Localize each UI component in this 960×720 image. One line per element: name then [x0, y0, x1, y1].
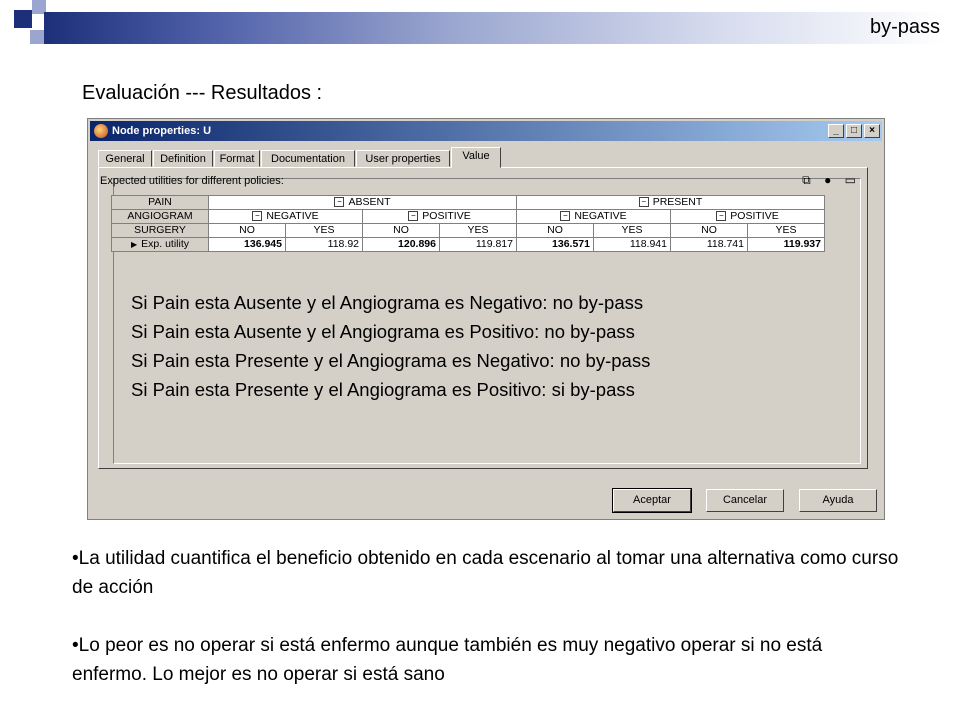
- pain-present[interactable]: − PRESENT: [516, 195, 825, 210]
- tab-definition[interactable]: Definition: [153, 150, 213, 167]
- slide-topword: by-pass: [869, 16, 940, 38]
- angiogram-negative[interactable]: − NEGATIVE: [208, 209, 363, 224]
- copy-icon[interactable]: ⧉: [802, 173, 811, 188]
- utilities-caption: Expected utilities for different policie…: [100, 175, 284, 187]
- policy-line: Si Pain esta Ausente y el Angiograma es …: [131, 292, 644, 313]
- angiogram-positive[interactable]: − POSITIVE: [362, 209, 517, 224]
- tab-value[interactable]: Value: [451, 147, 501, 168]
- cancel-button[interactable]: Cancelar: [706, 489, 784, 512]
- collapse-icon[interactable]: −: [252, 211, 263, 222]
- surgery-value: YES: [593, 223, 671, 238]
- policy-line: Si Pain esta Ausente y el Angiograma es …: [131, 321, 635, 342]
- window-titlebar[interactable]: Node properties: U _ □ ×: [90, 121, 882, 141]
- pain-header: PAIN: [111, 195, 209, 210]
- utility-cell[interactable]: 136.945: [208, 237, 286, 252]
- decor-square-3: [30, 30, 44, 44]
- collapse-icon[interactable]: −: [638, 197, 649, 208]
- surgery-value: NO: [362, 223, 440, 238]
- close-icon[interactable]: ×: [864, 124, 880, 138]
- exp-utility-row-label[interactable]: ▶ Exp. utility: [111, 237, 209, 252]
- surgery-value: NO: [516, 223, 594, 238]
- bullet-item: •Lo peor es no operar si está enfermo au…: [72, 635, 823, 685]
- surgery-value: YES: [439, 223, 517, 238]
- utility-cell[interactable]: 118.92: [285, 237, 363, 252]
- pain-absent[interactable]: − ABSENT: [208, 195, 517, 210]
- maximize-icon[interactable]: □: [846, 124, 862, 138]
- slide-title: Evaluación --- Resultados :: [82, 82, 323, 104]
- dot-icon[interactable]: ●: [824, 173, 831, 187]
- row-pointer-icon: ▶: [130, 240, 138, 249]
- surgery-value: NO: [670, 223, 748, 238]
- window-title: Node properties: U: [112, 125, 212, 137]
- utility-cell[interactable]: 118.741: [670, 237, 748, 252]
- utilities-table: PAIN − ABSENT − PRESENT ANGIOGRAM − NEGATIV…: [111, 195, 825, 252]
- utility-cell[interactable]: 120.896: [362, 237, 440, 252]
- surgery-value: NO: [208, 223, 286, 238]
- bullet-list: •La utilidad cuantifica el beneficio obt…: [72, 544, 902, 718]
- collapse-icon[interactable]: −: [716, 211, 727, 222]
- policy-explanation: Si Pain esta Ausente y el Angiograma es …: [131, 288, 650, 404]
- angiogram-positive[interactable]: − POSITIVE: [670, 209, 825, 224]
- utility-cell[interactable]: 118.941: [593, 237, 671, 252]
- app-icon: [94, 124, 108, 138]
- collapse-icon[interactable]: −: [408, 211, 419, 222]
- minimize-icon[interactable]: _: [828, 124, 844, 138]
- tab-format[interactable]: Format: [214, 150, 260, 167]
- utility-cell[interactable]: 136.571: [516, 237, 594, 252]
- decor-square-1: [14, 10, 32, 28]
- angiogram-header: ANGIOGRAM: [111, 209, 209, 224]
- accept-button[interactable]: Aceptar: [612, 488, 692, 513]
- bar-chart-icon[interactable]: ▭: [845, 173, 856, 187]
- utility-cell[interactable]: 119.817: [439, 237, 517, 252]
- policy-line: Si Pain esta Presente y el Angiograma es…: [131, 379, 635, 400]
- angiogram-negative[interactable]: − NEGATIVE: [516, 209, 671, 224]
- utility-cell[interactable]: 119.937: [747, 237, 825, 252]
- collapse-icon[interactable]: −: [560, 211, 571, 222]
- help-button[interactable]: Ayuda: [799, 489, 877, 512]
- tab-documentation[interactable]: Documentation: [261, 150, 355, 167]
- collapse-icon[interactable]: −: [334, 197, 345, 208]
- bullet-item: •La utilidad cuantifica el beneficio obt…: [72, 548, 899, 598]
- policy-line: Si Pain esta Presente y el Angiograma es…: [131, 350, 651, 371]
- table-toolbar: ⧉ ● ▭: [792, 173, 856, 188]
- surgery-value: YES: [747, 223, 825, 238]
- header-gradient-bar: [44, 12, 944, 44]
- tab-user-properties[interactable]: User properties: [356, 150, 450, 167]
- surgery-header: SURGERY: [111, 223, 209, 238]
- surgery-value: YES: [285, 223, 363, 238]
- tab-general[interactable]: General: [98, 150, 152, 167]
